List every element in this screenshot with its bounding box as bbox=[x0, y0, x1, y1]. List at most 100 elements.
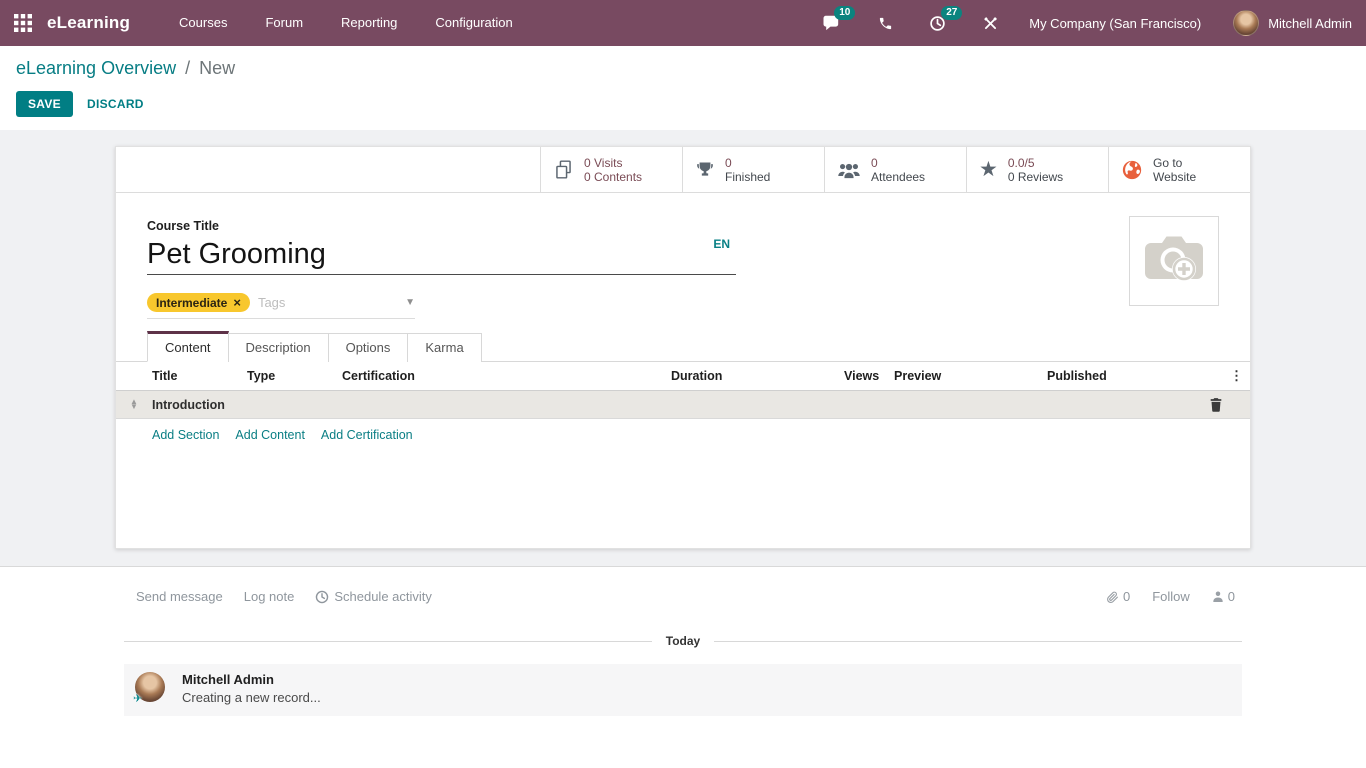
date-divider: Today bbox=[124, 634, 1242, 648]
documents-icon bbox=[553, 159, 574, 180]
navbar-systray: 10 27 My Company (San Francisco) Mitchel… bbox=[786, 10, 1352, 36]
form-view-background: 0 Visits 0 Contents 0 Finished bbox=[0, 130, 1366, 567]
attachments-button[interactable]: 0 bbox=[1106, 589, 1130, 604]
message-author: Mitchell Admin bbox=[182, 672, 321, 687]
apps-grid-icon[interactable] bbox=[14, 14, 32, 32]
column-type: Type bbox=[247, 369, 342, 383]
breadcrumb-separator: / bbox=[185, 58, 190, 78]
tab-options[interactable]: Options bbox=[328, 333, 409, 362]
column-certification: Certification bbox=[342, 369, 671, 383]
stat-button-visits-contents[interactable]: 0 Visits 0 Contents bbox=[540, 147, 682, 192]
tab-description[interactable]: Description bbox=[228, 333, 329, 362]
send-message-button[interactable]: Send message bbox=[136, 589, 223, 604]
message-text: Creating a new record... bbox=[182, 690, 321, 705]
top-navbar: eLearning Courses Forum Reporting Config… bbox=[0, 0, 1366, 46]
breadcrumb: eLearning Overview / New bbox=[16, 58, 1350, 79]
message-avatar: ✈ bbox=[135, 672, 165, 702]
column-duration: Duration bbox=[671, 369, 844, 383]
main-menu: Courses Forum Reporting Configuration bbox=[160, 0, 532, 46]
menu-configuration[interactable]: Configuration bbox=[416, 0, 531, 46]
save-button[interactable]: SAVE bbox=[16, 91, 73, 117]
column-preview: Preview bbox=[894, 369, 1047, 383]
optional-columns-icon[interactable]: ⋮ bbox=[1230, 368, 1243, 383]
content-list: Title Type Certification Duration Views … bbox=[116, 362, 1250, 442]
chatter-toolbar: Send message Log note Schedule activity … bbox=[136, 589, 1235, 604]
messages-badge: 10 bbox=[834, 6, 855, 20]
menu-forum[interactable]: Forum bbox=[246, 0, 322, 46]
stat-website: Website bbox=[1153, 170, 1196, 184]
log-note-button[interactable]: Log note bbox=[244, 589, 295, 604]
activities-clock-icon[interactable]: 27 bbox=[929, 15, 946, 32]
course-title-input[interactable]: Pet Grooming EN bbox=[147, 235, 736, 275]
tab-karma[interactable]: Karma bbox=[407, 333, 481, 362]
list-add-links: Add Section Add Content Add Certificatio… bbox=[116, 419, 1250, 442]
tools-icon[interactable] bbox=[982, 15, 999, 32]
schedule-activity-button[interactable]: Schedule activity bbox=[315, 589, 432, 604]
clock-icon bbox=[315, 590, 329, 604]
follower-person-icon bbox=[1212, 590, 1224, 603]
trophy-icon bbox=[695, 160, 715, 180]
add-certification-link[interactable]: Add Certification bbox=[321, 428, 413, 442]
stat-button-attendees[interactable]: 0 Attendees bbox=[824, 147, 966, 192]
stat-button-row: 0 Visits 0 Contents 0 Finished bbox=[116, 147, 1250, 193]
tab-content[interactable]: Content bbox=[147, 331, 229, 362]
stat-button-go-to-website[interactable]: Go to Website bbox=[1108, 147, 1250, 192]
course-title-value: Pet Grooming bbox=[147, 235, 736, 273]
chatter-message: ✈ Mitchell Admin Creating a new record..… bbox=[124, 664, 1242, 716]
attachment-count: 0 bbox=[1123, 589, 1130, 604]
activities-badge: 27 bbox=[941, 6, 962, 20]
chevron-down-icon[interactable]: ▼ bbox=[405, 297, 415, 308]
language-badge[interactable]: EN bbox=[713, 237, 730, 251]
user-avatar bbox=[1233, 10, 1259, 36]
follower-count: 0 bbox=[1228, 589, 1235, 604]
stat-button-reviews[interactable]: ★ 0.0/5 0 Reviews bbox=[966, 147, 1108, 192]
paperclip-icon bbox=[1106, 590, 1119, 604]
menu-reporting[interactable]: Reporting bbox=[322, 0, 416, 46]
delete-row-icon[interactable] bbox=[1210, 398, 1222, 412]
column-views: Views bbox=[844, 369, 894, 383]
follow-button[interactable]: Follow bbox=[1152, 589, 1190, 604]
followers-button[interactable]: 0 bbox=[1212, 589, 1235, 604]
column-title: Title bbox=[152, 369, 247, 383]
column-published: Published bbox=[1047, 369, 1229, 383]
section-title: Introduction bbox=[152, 398, 225, 412]
stat-finished-value: 0 bbox=[725, 156, 770, 170]
stat-go-to: Go to bbox=[1153, 156, 1196, 170]
tags-input[interactable]: Intermediate × Tags ▼ bbox=[147, 293, 415, 319]
stat-rating-value: 0.0/5 bbox=[1008, 156, 1063, 170]
stat-button-finished[interactable]: 0 Finished bbox=[682, 147, 824, 192]
notebook-tabs: Content Description Options Karma bbox=[116, 331, 1250, 362]
messages-icon[interactable]: 10 bbox=[822, 15, 842, 32]
discard-button[interactable]: DISCARD bbox=[87, 97, 144, 111]
phone-icon[interactable] bbox=[878, 16, 893, 31]
add-section-link[interactable]: Add Section bbox=[152, 428, 219, 442]
chatter-right-tools: 0 Follow 0 bbox=[1084, 589, 1235, 604]
breadcrumb-current: New bbox=[199, 58, 235, 78]
people-icon bbox=[837, 161, 861, 179]
stat-attendees-label: Attendees bbox=[871, 170, 925, 184]
tag-remove-icon[interactable]: × bbox=[233, 298, 241, 308]
control-panel: eLearning Overview / New SAVE DISCARD bbox=[0, 46, 1366, 130]
stat-attendees-value: 0 bbox=[871, 156, 925, 170]
app-name: eLearning bbox=[47, 13, 130, 33]
stat-visits: 0 Visits bbox=[584, 156, 642, 170]
date-divider-label: Today bbox=[666, 634, 700, 648]
drag-handle-icon[interactable]: ▲▼ bbox=[130, 399, 138, 409]
breadcrumb-parent[interactable]: eLearning Overview bbox=[16, 58, 176, 78]
schedule-activity-label: Schedule activity bbox=[334, 589, 432, 604]
add-content-link[interactable]: Add Content bbox=[235, 428, 305, 442]
camera-plus-icon bbox=[1141, 233, 1207, 289]
company-switcher[interactable]: My Company (San Francisco) bbox=[1029, 16, 1201, 31]
stat-reviews-label: 0 Reviews bbox=[1008, 170, 1063, 184]
plane-icon: ✈ bbox=[133, 692, 142, 705]
stat-contents: 0 Contents bbox=[584, 170, 642, 184]
star-icon: ★ bbox=[979, 160, 998, 180]
menu-courses[interactable]: Courses bbox=[160, 0, 246, 46]
tags-placeholder: Tags bbox=[258, 295, 405, 310]
tag-label: Intermediate bbox=[156, 296, 227, 310]
course-image-upload[interactable] bbox=[1129, 216, 1219, 306]
user-menu[interactable]: Mitchell Admin bbox=[1233, 10, 1352, 36]
section-row-introduction[interactable]: ▲▼ Introduction bbox=[116, 391, 1250, 419]
stat-finished-label: Finished bbox=[725, 170, 770, 184]
chatter: Send message Log note Schedule activity … bbox=[0, 589, 1366, 716]
